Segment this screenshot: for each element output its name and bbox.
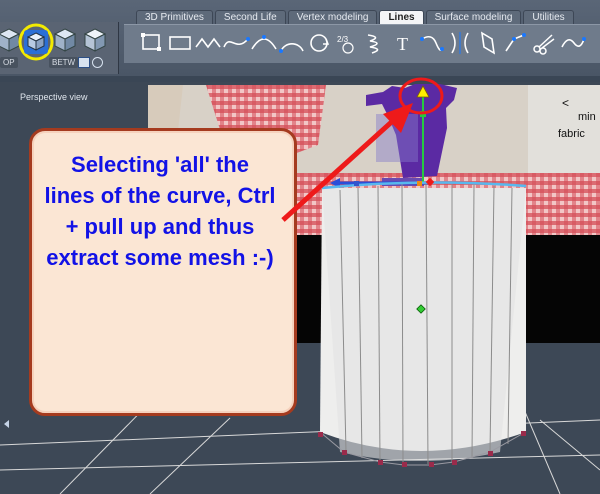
- transform-box: [376, 114, 418, 162]
- callout-text: Selecting 'all' the lines of the curve, …: [44, 152, 276, 270]
- curve-node-left[interactable]: [354, 181, 359, 186]
- curve-node-center[interactable]: [417, 181, 422, 186]
- cylinder-mesh[interactable]: [319, 181, 527, 466]
- curve-node-selected[interactable]: [425, 177, 435, 187]
